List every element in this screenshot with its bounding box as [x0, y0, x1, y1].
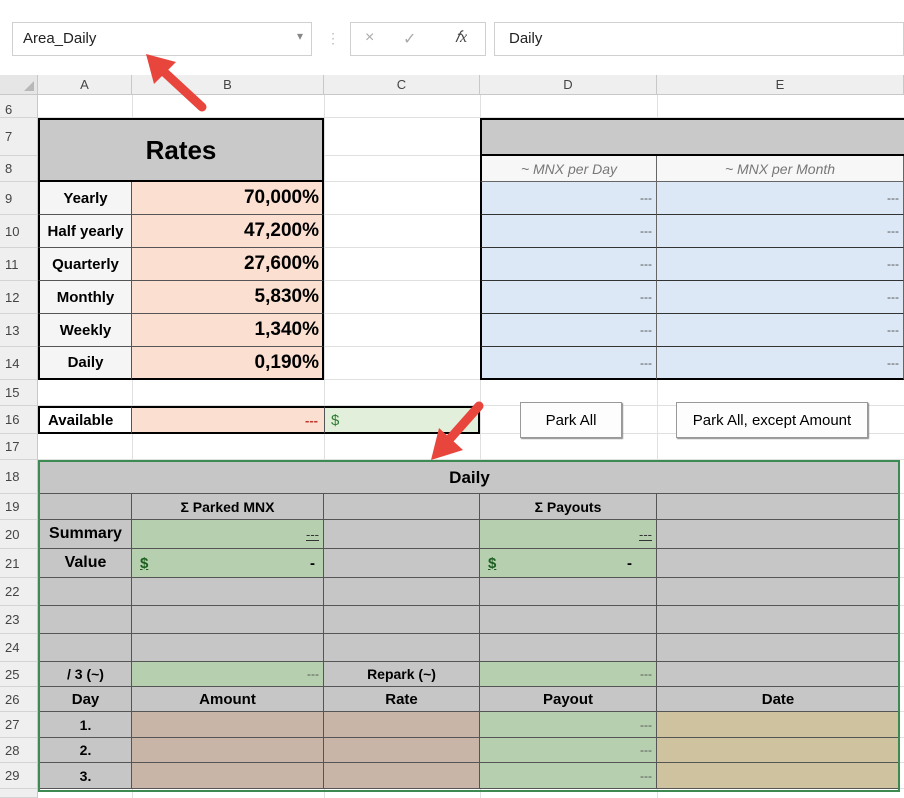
row-header-17[interactable]: 17: [0, 434, 38, 460]
row-header-6[interactable]: 6: [0, 95, 38, 118]
rate-label-half-yearly: Half yearly: [38, 215, 132, 248]
formula-bar: Area_Daily ▾ ⋮ × ✓ 𝑓x Daily: [0, 0, 904, 66]
row-header-11[interactable]: 11: [0, 248, 38, 281]
function-icon[interactable]: 𝑓x: [455, 29, 467, 47]
cancel-icon[interactable]: ×: [365, 29, 374, 47]
mnx-per-month-header: ~ MNX per Month: [657, 156, 904, 182]
rate-label-monthly: Monthly: [38, 281, 132, 314]
row-header-16[interactable]: 16: [0, 406, 38, 434]
mnx-e-cell[interactable]: ---: [657, 347, 904, 380]
select-all-corner[interactable]: [0, 75, 38, 95]
row-header-28[interactable]: 28: [0, 738, 38, 763]
rates-title: Rates: [38, 118, 324, 182]
row-header-18[interactable]: 18: [0, 460, 38, 494]
row-header-25[interactable]: 25: [0, 662, 38, 687]
row-header-20[interactable]: 20: [0, 520, 38, 549]
row-header-10[interactable]: 10: [0, 215, 38, 248]
row-header-26[interactable]: 26: [0, 687, 38, 712]
chevron-down-icon[interactable]: ▾: [297, 29, 303, 43]
available-value[interactable]: ---: [132, 406, 324, 434]
rate-value-daily[interactable]: 0,190%: [132, 347, 324, 380]
selected-range-area-daily: [38, 460, 900, 792]
name-box-value: Area_Daily: [23, 30, 97, 47]
pointer-arrow-icon: [146, 54, 207, 112]
row-header-14[interactable]: 14: [0, 347, 38, 380]
row-header-24[interactable]: 24: [0, 634, 38, 662]
formula-bar-separator: ⋮: [326, 30, 340, 46]
row-header-19[interactable]: 19: [0, 494, 38, 520]
mnx-d-cell[interactable]: ---: [480, 248, 657, 281]
row-header-7[interactable]: 7: [0, 118, 38, 156]
name-box[interactable]: Area_Daily ▾: [12, 22, 312, 56]
row-header-13[interactable]: 13: [0, 314, 38, 347]
rate-label-quarterly: Quarterly: [38, 248, 132, 281]
rate-label-yearly: Yearly: [38, 182, 132, 215]
pointer-arrow-icon: [431, 401, 484, 460]
row-header-partial[interactable]: [0, 789, 38, 798]
row-header-23[interactable]: 23: [0, 606, 38, 634]
mnx-e-cell[interactable]: ---: [657, 215, 904, 248]
rate-value-half-yearly[interactable]: 47,200%: [132, 215, 324, 248]
mnx-d-cell[interactable]: ---: [480, 215, 657, 248]
mnx-d-cell[interactable]: ---: [480, 281, 657, 314]
column-header-a[interactable]: A: [38, 75, 132, 95]
mnx-e-cell[interactable]: ---: [657, 248, 904, 281]
rate-label-weekly: Weekly: [38, 314, 132, 347]
rate-value-quarterly[interactable]: 27,600%: [132, 248, 324, 281]
rate-value-monthly[interactable]: 5,830%: [132, 281, 324, 314]
mnx-d-cell[interactable]: ---: [480, 314, 657, 347]
mnx-e-cell[interactable]: ---: [657, 281, 904, 314]
row-header-8[interactable]: 8: [0, 156, 38, 182]
row-header-22[interactable]: 22: [0, 578, 38, 606]
row-header-21[interactable]: 21: [0, 549, 38, 578]
formula-value: Daily: [509, 30, 543, 47]
rate-value-weekly[interactable]: 1,340%: [132, 314, 324, 347]
mnx-d-cell[interactable]: ---: [480, 182, 657, 215]
mnx-header-band: [480, 118, 904, 156]
row-header-15[interactable]: 15: [0, 380, 38, 406]
mnx-per-day-header: ~ MNX per Day: [480, 156, 657, 182]
mnx-e-cell[interactable]: ---: [657, 182, 904, 215]
rate-label-daily: Daily: [38, 347, 132, 380]
column-header-c[interactable]: C: [324, 75, 480, 95]
formula-actions: × ✓ 𝑓x: [350, 22, 486, 56]
formula-input[interactable]: Daily: [494, 22, 904, 56]
mnx-d-cell[interactable]: ---: [480, 347, 657, 380]
column-header-d[interactable]: D: [480, 75, 657, 95]
check-icon[interactable]: ✓: [403, 29, 416, 49]
available-label: Available: [38, 406, 132, 434]
row-header-29[interactable]: 29: [0, 763, 38, 789]
column-header-e[interactable]: E: [657, 75, 904, 95]
park-all-except-amount-button[interactable]: Park All, except Amount: [676, 402, 868, 438]
mnx-e-cell[interactable]: ---: [657, 314, 904, 347]
rate-value-yearly[interactable]: 70,000%: [132, 182, 324, 215]
row-header-27[interactable]: 27: [0, 712, 38, 738]
park-all-button[interactable]: Park All: [520, 402, 622, 438]
row-header-12[interactable]: 12: [0, 281, 38, 314]
row-header-9[interactable]: 9: [0, 182, 38, 215]
